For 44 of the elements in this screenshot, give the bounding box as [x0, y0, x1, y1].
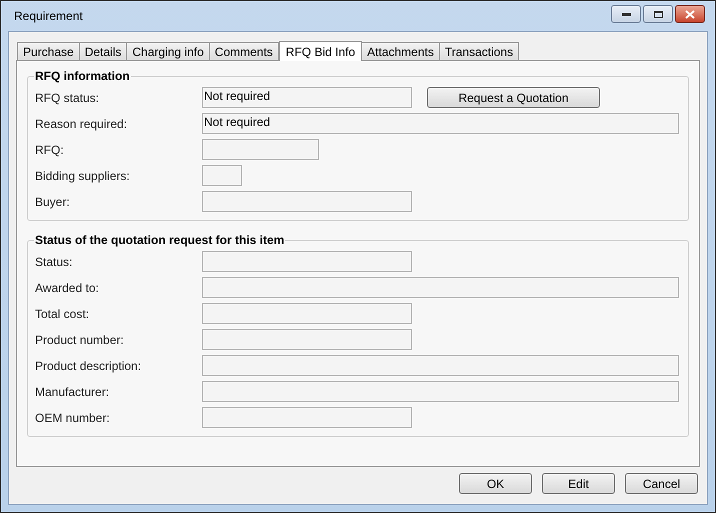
field-label: Status:	[35, 254, 74, 270]
input-field[interactable]	[202, 303, 412, 324]
input-field[interactable]: Not required	[202, 87, 412, 108]
maximize-button[interactable]	[643, 5, 673, 23]
field-label: Buyer:	[35, 194, 71, 210]
input-field[interactable]	[202, 407, 412, 428]
tab[interactable]: Attachments	[361, 42, 440, 60]
minimize-icon	[622, 12, 630, 16]
field-label: Product number:	[35, 332, 125, 348]
field-label: Bidding suppliers:	[35, 168, 131, 184]
tab[interactable]: Transactions	[438, 42, 520, 60]
dialog-button[interactable]: Edit	[542, 473, 615, 494]
field-label: RFQ status:	[35, 90, 100, 106]
maximize-icon	[654, 10, 662, 18]
input-field[interactable]: Not required	[202, 113, 679, 134]
tab[interactable]: Comments	[208, 42, 279, 60]
input-field[interactable]	[202, 329, 412, 350]
field-label: Total cost:	[35, 306, 90, 322]
tab[interactable]: Charging info	[126, 42, 210, 60]
window-title: Requirement	[14, 8, 83, 25]
input-field[interactable]	[202, 381, 679, 402]
field-label: Reason required:	[35, 116, 128, 132]
tab[interactable]: Details	[78, 42, 128, 60]
input-field[interactable]	[202, 139, 319, 160]
group-title: RFQ information	[34, 68, 131, 85]
close-button[interactable]	[675, 5, 705, 23]
dialog-button[interactable]: Cancel	[625, 473, 698, 494]
dialog-button[interactable]: OK	[459, 473, 532, 494]
request-quotation-button[interactable]: Request a Quotation	[427, 87, 600, 108]
input-field[interactable]	[202, 191, 412, 212]
field-label: OEM number:	[35, 410, 111, 426]
group-title: Status of the quotation request for this item	[34, 232, 286, 249]
field-label: Product description:	[35, 358, 142, 374]
input-field[interactable]	[202, 251, 412, 272]
input-field[interactable]	[202, 277, 679, 298]
close-icon	[685, 10, 695, 18]
input-field[interactable]	[202, 355, 679, 376]
field-label: RFQ:	[35, 142, 65, 158]
tab[interactable]: Purchase	[17, 42, 80, 60]
field-label: Awarded to:	[35, 280, 100, 296]
input-field[interactable]	[202, 165, 242, 186]
minimize-button[interactable]	[611, 5, 641, 23]
tab[interactable]: RFQ Bid Info	[278, 41, 362, 61]
field-label: Manufacturer:	[35, 384, 110, 400]
